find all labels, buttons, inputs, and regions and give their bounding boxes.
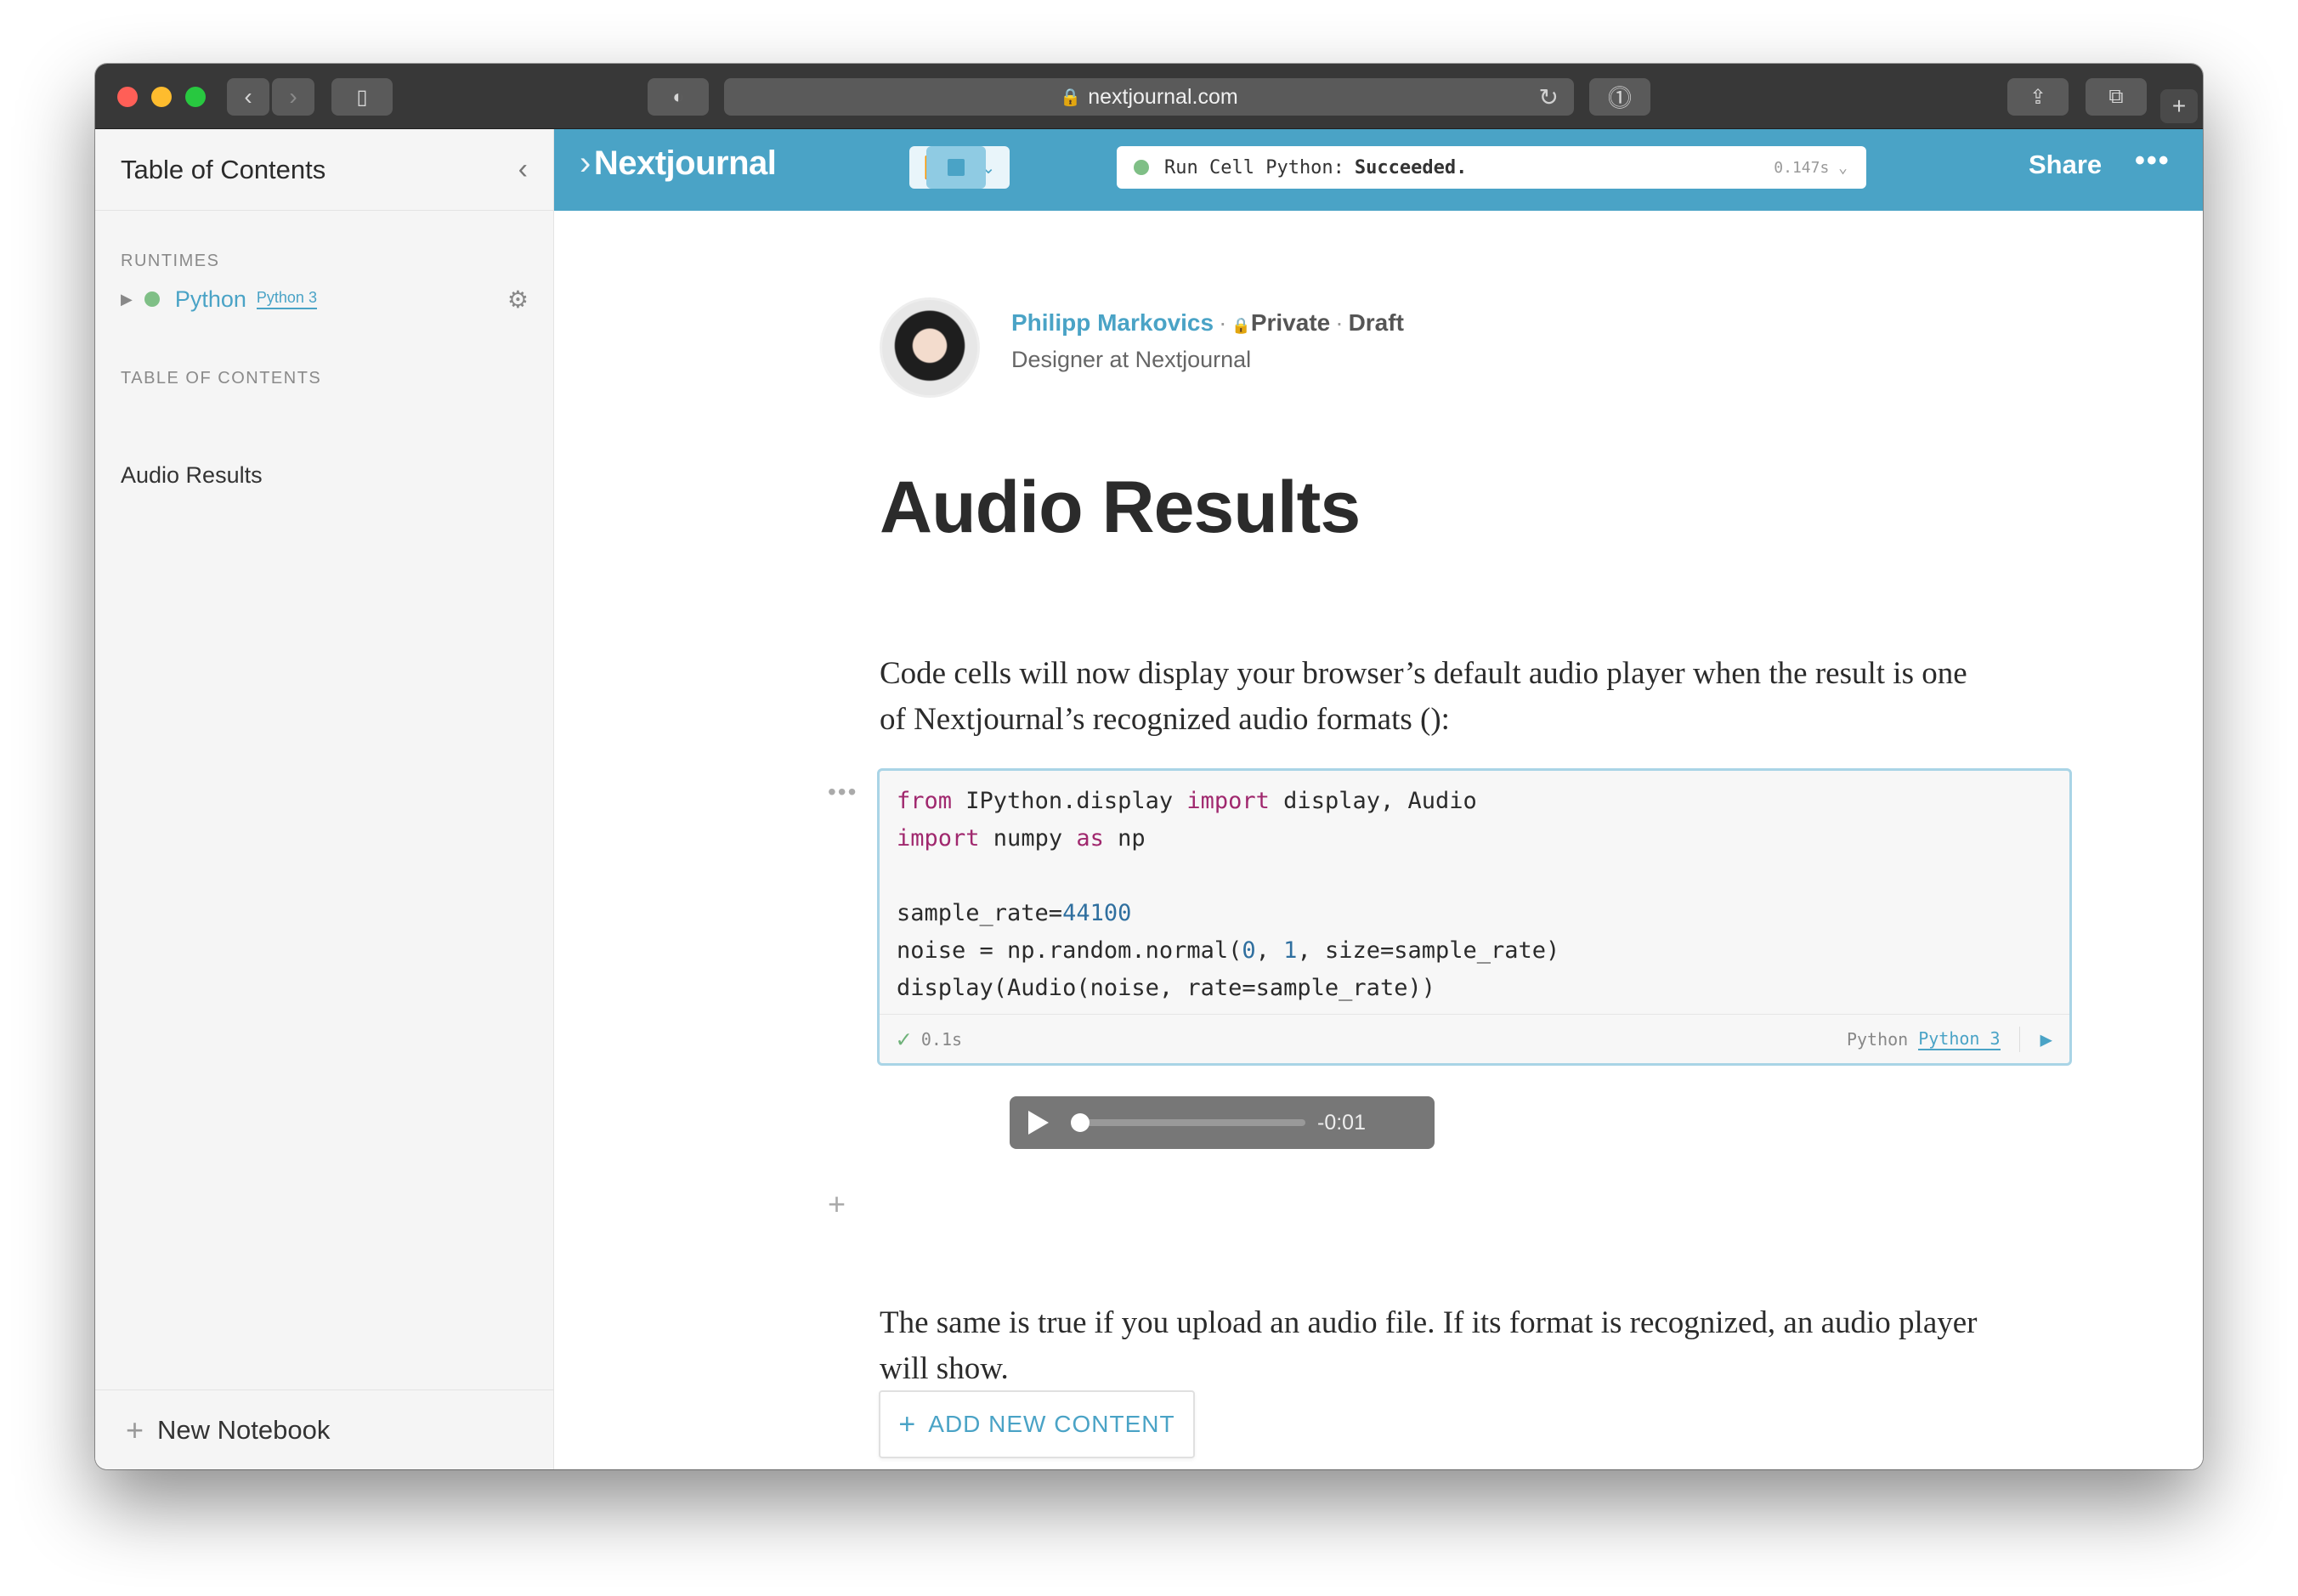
chevron-down-icon: ⌄ [1838, 158, 1848, 177]
author-avatar [880, 297, 980, 398]
status-dot [1134, 160, 1149, 175]
status-prefix: Run Cell Python: [1164, 156, 1344, 178]
audio-player[interactable]: -0:01 [1010, 1096, 1435, 1149]
plus-icon: + [898, 1407, 917, 1440]
chevron-left-icon: ‹ [244, 83, 252, 110]
divider [2018, 1026, 2020, 1052]
plus-icon: + [126, 1412, 144, 1447]
runtime-version-badge[interactable]: Python 3 [256, 289, 317, 309]
close-window-button[interactable] [117, 87, 138, 107]
browser-window: ‹ › ▯ ◐ 🔒 nextjournal.com ↻ ⓵ ⇪ ⧉ + Tabl… [95, 64, 2203, 1469]
reload-icon[interactable]: ↻ [1539, 83, 1559, 111]
new-notebook-label: New Notebook [157, 1414, 331, 1445]
lock-icon: 🔒 [1060, 88, 1082, 107]
password-icon: ⓵ [1607, 85, 1632, 111]
collapse-sidebar-icon[interactable]: ‹ [518, 153, 528, 186]
nextjournal-logo[interactable]: › Nextjournal [580, 144, 777, 183]
more-options-icon[interactable]: ••• [2135, 144, 2171, 178]
new-notebook-button[interactable]: + New Notebook [95, 1389, 553, 1469]
scrubber-knob[interactable] [1071, 1113, 1090, 1132]
maximize-window-button[interactable] [185, 87, 206, 107]
code-editor[interactable]: from IPython.display import display, Aud… [897, 783, 1559, 1007]
page-title[interactable]: Audio Results [880, 466, 1361, 550]
share-button[interactable]: Share [2029, 150, 2102, 180]
logo-chevron-icon: › [580, 144, 591, 182]
audio-scrubber[interactable] [1071, 1113, 1305, 1132]
runtime-status-dot [144, 291, 160, 307]
cell-runtime-badge[interactable]: Python 3 [1918, 1028, 2001, 1050]
toggle-icon: ◐ [672, 86, 684, 107]
gear-icon[interactable]: ⚙ [507, 286, 529, 314]
cell-duration: 0.1s [920, 1028, 963, 1050]
chevron-right-icon: › [289, 83, 297, 110]
add-new-content-button[interactable]: + ADD NEW CONTENT [879, 1390, 1195, 1458]
tabs-icon: ⧉ [2108, 85, 2124, 108]
sidebar-title: Table of Contents [121, 154, 326, 184]
toc-heading: TABLE OF CONTENTS [121, 369, 322, 388]
run-cell-icon[interactable]: ▶ [2040, 1027, 2052, 1051]
stop-icon [948, 159, 965, 176]
share-icon: ⇪ [2029, 85, 2047, 109]
code-cell[interactable]: from IPython.display import display, Aud… [877, 768, 2072, 1066]
visibility-label[interactable]: Private [1251, 309, 1330, 336]
reader-toggle-button[interactable]: ◐ [648, 78, 709, 116]
intro-paragraph[interactable]: Code cells will now display your browser… [880, 651, 2069, 743]
stop-button[interactable] [926, 146, 986, 189]
status-result: Succeeded. [1354, 156, 1468, 178]
runtime-name[interactable]: Python [175, 286, 246, 313]
address-bar[interactable]: 🔒 nextjournal.com ↻ [724, 78, 1574, 116]
lock-icon: 🔒 [1231, 317, 1251, 334]
status-time: 0.147s ⌄ [1774, 158, 1848, 177]
cell-runtime-label: Python [1846, 1028, 1909, 1050]
add-new-content-label: ADD NEW CONTENT [928, 1411, 1175, 1437]
author-name[interactable]: Philipp Markovics [1011, 309, 1214, 336]
forward-button[interactable]: › [272, 78, 314, 116]
back-button[interactable]: ‹ [227, 78, 269, 116]
sidebar-icon: ▯ [356, 85, 368, 109]
outro-paragraph[interactable]: The same is true if you upload an audio … [880, 1300, 2069, 1392]
expand-triangle-icon[interactable]: ▶ [121, 291, 133, 308]
sidebar-toggle-button[interactable]: ▯ [331, 78, 393, 116]
plus-icon: + [2171, 93, 2187, 119]
new-tab-button[interactable]: + [2160, 89, 2198, 123]
run-status-bar[interactable]: Run Cell Python: Succeeded. 0.147s ⌄ [1117, 146, 1866, 189]
sidebar: Table of Contents ‹ RUNTIMES ▶ Python Py… [95, 129, 554, 1469]
share-sheet-button[interactable]: ⇪ [2007, 78, 2069, 116]
tabs-overview-button[interactable]: ⧉ [2086, 78, 2147, 116]
logo-text: Nextjournal [593, 144, 777, 182]
minimize-window-button[interactable] [151, 87, 172, 107]
runtimes-heading: RUNTIMES [121, 252, 220, 270]
cell-footer: ✓ 0.1s Python Python 3 ▶ [880, 1014, 2069, 1063]
author-line: Philipp Markovics · 🔒Private · Draft [1011, 309, 1404, 336]
audio-time: -0:01 [1317, 1110, 1366, 1135]
cell-options-icon[interactable]: ••• [828, 778, 858, 806]
checkmark-icon: ✓ [897, 1025, 911, 1053]
sidebar-header: Table of Contents ‹ [95, 129, 553, 211]
insert-block-icon[interactable]: + [828, 1186, 846, 1222]
password-button[interactable]: ⓵ [1589, 78, 1650, 116]
notebook-content: Philipp Markovics · 🔒Private · Draft Designe… [554, 211, 2203, 1469]
app-toolbar: ›Nextjournal ⏩ ⌄ Run Cell Python: Succee… [554, 129, 2203, 211]
draft-label: Draft [1348, 309, 1404, 336]
runtime-row[interactable]: ▶ Python Python 3 ⚙ [121, 280, 529, 318]
author-role: Designer at Nextjournal [1011, 347, 1252, 372]
title-bar: ‹ › ▯ ◐ 🔒 nextjournal.com ↻ ⓵ ⇪ ⧉ + [95, 64, 2203, 129]
url-text: nextjournal.com [1088, 84, 1238, 109]
play-icon[interactable] [1028, 1111, 1049, 1135]
toc-item-audio-results[interactable]: Audio Results [121, 462, 263, 489]
